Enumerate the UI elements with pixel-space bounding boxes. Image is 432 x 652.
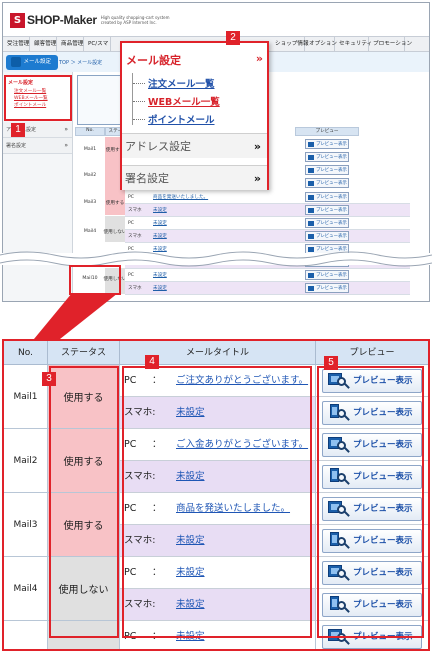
mini-menu-order-mail[interactable]: 注文メール一覧 [6,88,70,95]
mail-settings-popup: メール設定 » 注文メール一覧 WEBメール一覧 ポイントメール アドレス設定 … [120,41,269,190]
mini-row-label: スマホ [128,234,142,239]
mini-mail-no: Mail2 [83,173,97,178]
double-chevron-icon: » [253,140,261,153]
popup-title: メール設定 [126,54,181,67]
zoom-connector [34,265,121,339]
callout-3: 3 [42,372,56,386]
mini-row-label: スマホ [128,208,142,213]
callout-5: 5 [324,356,338,370]
mini-header-no: No. [75,127,105,136]
mail-number [4,621,48,649]
mini-row-title-link[interactable]: 商品を発送いたしました。 [153,191,208,204]
highlight-status [49,366,119,638]
mini-preview-button[interactable]: プレビュー表示 [305,218,349,228]
mini-row-label: PC [128,221,134,226]
tree-line [132,73,133,125]
global-nav-item[interactable]: セキュリティ [335,37,372,51]
logo-name: SHOP-Maker [27,13,97,27]
chevron-down-icon[interactable]: » [256,52,263,65]
mail-number: Mail2 [4,429,48,493]
logo-mark: S [10,12,25,28]
mini-row-label: PC [128,195,134,200]
mail-number: Mail4 [4,557,48,621]
highlight-preview [317,366,424,638]
header-status: ステータス [48,341,120,365]
mini-mail-no: Mail3 [83,200,97,205]
instruction-figure: S SHOP-Maker High quality shopping-cart … [0,0,432,652]
mini-preview-button[interactable]: プレビュー表示 [305,165,349,175]
side-nav-item-signature[interactable]: 署名設定 » [3,138,72,154]
mail-number: Mail3 [4,493,48,557]
app-header: S SHOP-Maker High quality shopping-cart … [3,3,429,36]
callout-1: 1 [11,123,25,137]
app-logo: S SHOP-Maker High quality shopping-cart … [10,12,171,28]
mini-table-row: PC 未設定 プレビュー表示 [125,217,410,230]
mini-row-title-link[interactable]: 未設定 [153,204,167,217]
mini-preview-button[interactable]: プレビュー表示 [305,139,349,149]
popup-link-order-mail[interactable]: 注文メール一覧 [148,76,215,90]
global-nav-item[interactable]: PC/スマ [84,37,111,51]
popup-link-web-mail[interactable]: WEBメール一覧 [148,94,220,108]
popup-section-signature[interactable]: 署名設定 » [122,165,267,190]
tab-mail-settings[interactable]: メール設定 [6,55,58,70]
double-chevron-icon: » [64,142,68,149]
breadcrumb[interactable]: TOP ＞ メール設定 [59,59,102,66]
mail-settings-icon [11,57,21,67]
mini-menu-point-mail[interactable]: ポイントメール [6,102,70,109]
tree-branch [133,101,145,102]
mini-table-row: スマホ 未設定 プレビュー表示 [125,230,410,243]
popup-link-point-mail[interactable]: ポイントメール [148,112,215,126]
mini-table-row: PC 商品を発送いたしました。 プレビュー表示 [125,191,410,204]
header-no: No. [4,341,48,365]
callout-2: 2 [226,31,240,45]
highlight-mail-title [122,366,312,638]
tree-branch [133,119,145,120]
mini-table-row: スマホ 未設定 プレビュー表示 [125,204,410,217]
mini-preview-button[interactable]: プレビュー表示 [305,178,349,188]
tree-branch [133,83,145,84]
mini-menu-title: メール設定 [8,80,34,86]
global-nav-item[interactable]: 顧客管理 [30,37,57,51]
mini-row-title-link[interactable]: 未設定 [153,217,167,230]
mini-status-text: 使用する [105,201,125,206]
global-nav-item[interactable]: プロモーション [369,37,412,51]
global-nav-item[interactable]: 受注管理 [3,37,30,51]
side-nav-item-label: 署名設定 [6,143,27,149]
logo-tagline: High quality shopping-cart system create… [100,15,170,25]
callout-4: 4 [145,355,159,369]
mini-preview-button[interactable]: プレビュー表示 [305,231,349,241]
mini-menu-web-mail[interactable]: WEBメール一覧 [6,95,70,102]
global-nav-item[interactable]: ショップ情報 [271,37,309,51]
mini-mail-menu: メール設定 注文メール一覧 WEBメール一覧 ポイントメール [4,75,72,121]
double-chevron-icon: » [253,172,261,185]
global-nav-item[interactable]: 商品管理 [57,37,84,51]
mini-mail-no: Mail1 [83,147,97,152]
popup-section-address[interactable]: アドレス設定 » [122,133,267,158]
mini-preview-button[interactable]: プレビュー表示 [305,192,349,202]
popup-section-label: 署名設定 [125,172,169,185]
popup-section-label: アドレス設定 [125,140,191,153]
mini-preview-button[interactable]: プレビュー表示 [305,205,349,215]
zoomed-mail-table: No. ステータス メールタイトル プレビュー Mail1 使用する PC：ご注文あ… [2,339,430,651]
global-nav-item[interactable]: オプション [305,37,337,51]
mini-preview-button[interactable]: プレビュー表示 [305,152,349,162]
mini-header-preview: プレビュー [295,127,359,136]
tab-mail-settings-label: メール設定 [23,59,51,65]
mini-row-title-link[interactable]: 未設定 [153,230,167,243]
double-chevron-icon: » [64,126,68,133]
